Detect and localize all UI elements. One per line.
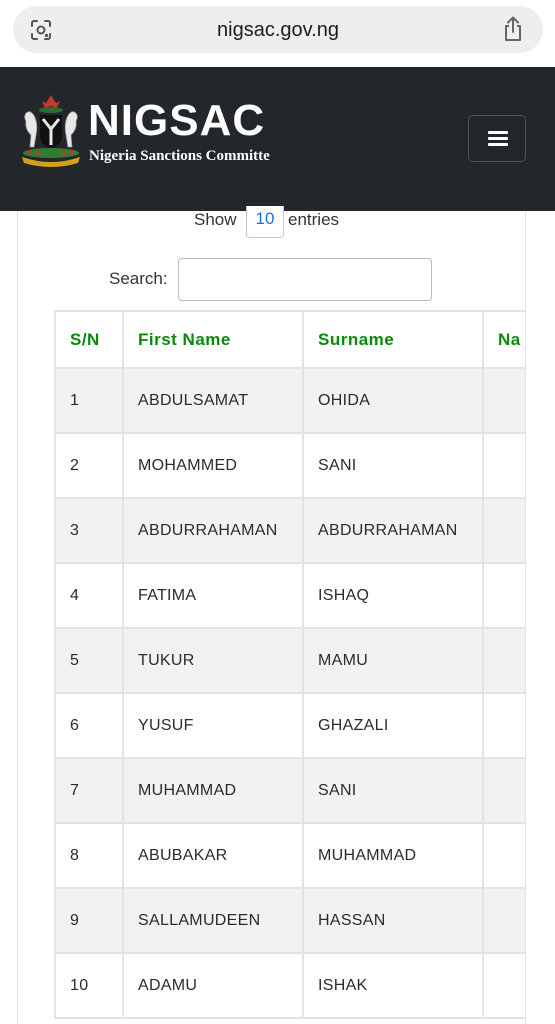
table-row[interactable]: 8 ABUBAKAR MUHAMMAD [54, 822, 525, 889]
cell-first-name: YUSUF [122, 692, 304, 759]
cell-sn: 7 [54, 757, 124, 824]
cell-sn: 8 [54, 822, 124, 889]
cell-first-name: ADAMU [122, 952, 304, 1019]
cell-surname: ABDURRAHAMAN [302, 497, 484, 564]
cell-first-name: ABDURRAHAMAN [122, 497, 304, 564]
coat-of-arms-logo[interactable] [16, 91, 86, 169]
column-header-first-name[interactable]: First Name [122, 310, 304, 369]
cell-first-name: TUKUR [122, 627, 304, 694]
cell-first-name: ABUBAKAR [122, 822, 304, 889]
table-row[interactable]: 3 ABDURRAHAMAN ABDURRAHAMAN [54, 497, 525, 564]
site-header: NIGSAC Nigeria Sanctions Committe [0, 67, 555, 211]
cell-first-name: FATIMA [122, 562, 304, 629]
cell-nationality [482, 822, 525, 889]
cell-surname: HASSAN [302, 887, 484, 954]
cell-sn: 4 [54, 562, 124, 629]
cell-surname: ISHAK [302, 952, 484, 1019]
column-header-nationality[interactable]: Na [482, 310, 525, 369]
cell-nationality [482, 952, 525, 1019]
url-text[interactable]: nigsac.gov.ng [13, 19, 543, 42]
table-row[interactable]: 9 SALLAMUDEEN HASSAN [54, 887, 525, 954]
cell-surname: SANI [302, 432, 484, 499]
address-bar[interactable]: nigsac.gov.ng [13, 6, 543, 53]
table-row[interactable]: 2 MOHAMMED SANI [54, 432, 525, 499]
cell-surname: ISHAQ [302, 562, 484, 629]
cell-nationality [482, 497, 525, 564]
cell-nationality [482, 562, 525, 629]
cell-sn: 5 [54, 627, 124, 694]
cell-nationality [482, 887, 525, 954]
table-row[interactable]: 1 ABDULSAMAT OHIDA [54, 367, 525, 434]
share-icon[interactable] [501, 16, 525, 42]
entries-length-control: Show 10 entries [0, 206, 555, 240]
hamburger-menu-button[interactable] [468, 115, 526, 162]
table-row[interactable]: 6 YUSUF GHAZALI [54, 692, 525, 759]
cell-first-name: ABDULSAMAT [122, 367, 304, 434]
cell-surname: MUHAMMAD [302, 822, 484, 889]
brand-name[interactable]: NIGSAC [88, 99, 265, 143]
cell-sn: 10 [54, 952, 124, 1019]
show-label: Show [194, 210, 237, 229]
cell-surname: OHIDA [302, 367, 484, 434]
brand-tagline: Nigeria Sanctions Committe [89, 148, 270, 164]
table-row[interactable]: 10 ADAMU ISHAK [54, 952, 525, 1019]
cell-nationality [482, 627, 525, 694]
column-header-sn[interactable]: S/N [54, 310, 124, 369]
cell-sn: 3 [54, 497, 124, 564]
cell-nationality [482, 692, 525, 759]
search-input[interactable] [178, 258, 432, 301]
cell-first-name: SALLAMUDEEN [122, 887, 304, 954]
entries-label: entries [288, 210, 340, 229]
cell-surname: SANI [302, 757, 484, 824]
table-row[interactable]: 7 MUHAMMAD SANI [54, 757, 525, 824]
sanctions-table-wrapper[interactable]: S/N First Name Surname Na 1 ABDULSAMAT O… [54, 310, 525, 1024]
column-header-surname[interactable]: Surname [302, 310, 484, 369]
cell-surname: GHAZALI [302, 692, 484, 759]
table-row[interactable]: 5 TUKUR MAMU [54, 627, 525, 694]
entries-select[interactable]: 10 [246, 206, 284, 238]
cell-sn: 2 [54, 432, 124, 499]
cell-first-name: MOHAMMED [122, 432, 304, 499]
table-header-row: S/N First Name Surname Na [54, 310, 525, 369]
cell-sn: 1 [54, 367, 124, 434]
hamburger-menu-icon [488, 131, 508, 134]
cell-sn: 6 [54, 692, 124, 759]
sanctions-table: S/N First Name Surname Na 1 ABDULSAMAT O… [54, 310, 525, 1019]
cell-nationality [482, 432, 525, 499]
cell-surname: MAMU [302, 627, 484, 694]
search-label: Search: [109, 269, 168, 288]
browser-chrome: nigsac.gov.ng [0, 0, 555, 67]
cell-nationality [482, 757, 525, 824]
table-row[interactable]: 4 FATIMA ISHAQ [54, 562, 525, 629]
cell-sn: 9 [54, 887, 124, 954]
cell-nationality [482, 367, 525, 434]
cell-first-name: MUHAMMAD [122, 757, 304, 824]
